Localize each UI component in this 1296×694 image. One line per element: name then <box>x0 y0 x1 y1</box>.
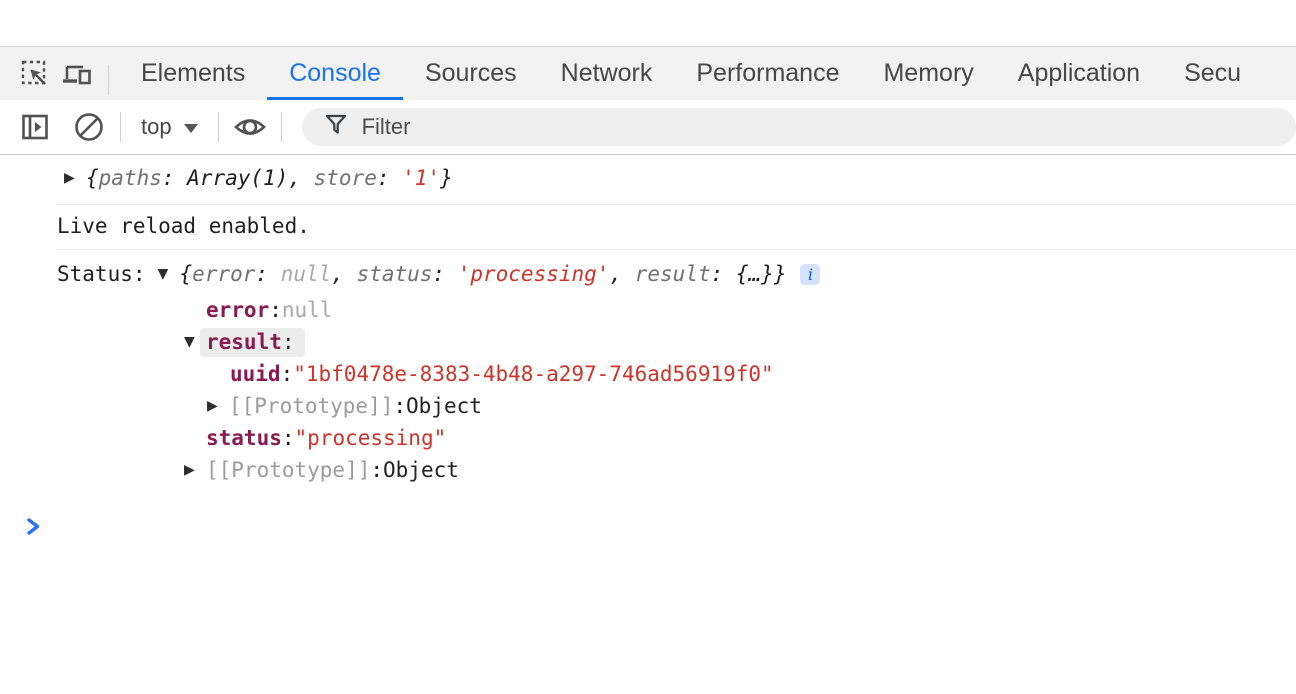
property-name: error <box>206 298 269 322</box>
selected-property-highlight: result: <box>200 328 305 357</box>
console-message-status: Status: ▼ {error: null, status: 'process… <box>56 250 1296 494</box>
inspect-cursor-icon <box>20 59 50 89</box>
property-row-status: status: "processing" <box>56 422 1296 454</box>
property-name: result <box>206 330 282 354</box>
tab-elements[interactable]: Elements <box>119 47 267 100</box>
property-row-prototype-outer[interactable]: ▶ [[Prototype]]: Object <box>56 454 1296 486</box>
property-row-prototype-inner[interactable]: ▶ [[Prototype]]: Object <box>56 390 1296 422</box>
eye-icon <box>233 113 267 141</box>
console-filter[interactable] <box>302 108 1296 146</box>
console-output: ▶ {paths: Array(1), store: '1'} Live rel… <box>0 155 1296 542</box>
property-row-error: error: null <box>56 294 1296 326</box>
property-value: Object <box>406 394 482 418</box>
property-value: null <box>282 298 333 322</box>
tabbar-tools <box>0 47 119 100</box>
tab-memory[interactable]: Memory <box>861 47 995 100</box>
info-badge-icon[interactable]: i <box>800 264 820 285</box>
page-content-above-devtools <box>0 0 1296 46</box>
console-message-object-preview: ▶ {paths: Array(1), store: '1'} <box>56 155 1296 205</box>
tab-network[interactable]: Network <box>539 47 675 100</box>
log-label: Status: <box>57 262 146 286</box>
clear-console-button[interactable] <box>68 107 110 147</box>
tab-console[interactable]: Console <box>267 47 403 100</box>
tab-performance[interactable]: Performance <box>674 47 861 100</box>
live-expression-button[interactable] <box>229 107 271 147</box>
property-row-uuid: uuid: "1bf0478e-8383-4b48-a297-746ad5691… <box>56 358 1296 390</box>
disclosure-triangle-expanded-icon[interactable]: ▼ <box>184 335 198 349</box>
toolbar-divider <box>218 112 219 142</box>
toolbar-divider <box>281 112 282 142</box>
property-row-result[interactable]: ▼ result: <box>56 326 1296 358</box>
filter-funnel-icon <box>324 113 348 142</box>
property-name: uuid <box>230 362 281 386</box>
execution-context-selector[interactable]: top <box>131 114 208 140</box>
console-prompt[interactable] <box>0 494 1296 542</box>
property-name: [[Prototype]] <box>229 394 393 418</box>
disclosure-triangle-collapsed-icon[interactable]: ▶ <box>184 463 198 477</box>
chevron-down-icon <box>184 124 198 133</box>
toolbar-divider <box>108 65 109 95</box>
context-label: top <box>141 114 172 140</box>
device-toolbar-button[interactable] <box>56 54 98 94</box>
object-preview-text: {paths: Array(1), store: '1'} <box>86 166 453 190</box>
console-sidebar-icon <box>20 112 50 142</box>
tab-security[interactable]: Secu <box>1162 47 1263 100</box>
property-name: [[Prototype]] <box>206 458 370 482</box>
property-name: status <box>206 426 282 450</box>
property-value: "processing" <box>295 426 447 450</box>
disclosure-triangle-expanded-icon[interactable]: ▼ <box>158 267 172 281</box>
disclosure-triangle-collapsed-icon[interactable]: ▶ <box>207 399 221 413</box>
property-value: Object <box>383 458 459 482</box>
filter-input[interactable] <box>362 114 662 140</box>
console-message-live-reload: Live reload enabled. <box>56 205 1296 250</box>
devtools-tabbar: Elements Console Sources Network Perform… <box>0 46 1296 100</box>
console-sidebar-button[interactable] <box>14 107 56 147</box>
toolbar-divider <box>120 112 121 142</box>
tab-application[interactable]: Application <box>996 47 1162 100</box>
tab-sources[interactable]: Sources <box>403 47 539 100</box>
devtools-tabs: Elements Console Sources Network Perform… <box>119 47 1263 100</box>
property-value: "1bf0478e-8383-4b48-a297-746ad56919f0" <box>293 362 773 386</box>
console-toolbar: top <box>0 100 1296 155</box>
object-preview-text: {error: null, status: 'processing', resu… <box>180 262 787 286</box>
log-text: Live reload enabled. <box>57 214 310 238</box>
console-prompt-icon <box>25 518 42 542</box>
inspect-element-button[interactable] <box>14 54 56 94</box>
device-toolbar-icon <box>61 59 93 89</box>
clear-console-icon <box>73 111 105 143</box>
disclosure-triangle-collapsed-icon[interactable]: ▶ <box>64 171 78 185</box>
